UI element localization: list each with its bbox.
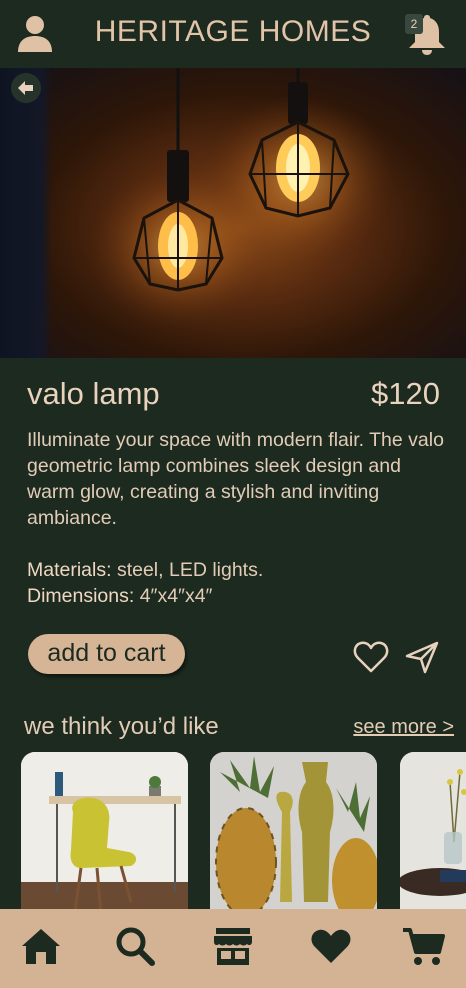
recommendation-image — [400, 752, 466, 922]
recommendation-card[interactable] — [400, 752, 466, 922]
product-description: Illuminate your space with modern flair.… — [27, 429, 444, 529]
app-title: HERITAGE HOMES — [94, 15, 372, 48]
recommendation-image — [210, 752, 377, 922]
back-button[interactable] — [11, 73, 41, 103]
send-icon[interactable] — [403, 638, 441, 676]
materials-row: Materials: steel, LED lights. — [27, 557, 263, 583]
recommendations-title: we think you’d like — [24, 713, 219, 740]
materials-label: Materials: — [27, 559, 112, 581]
recommendation-card[interactable] — [21, 752, 188, 922]
product-price: $120 — [371, 376, 440, 411]
product-image — [0, 68, 466, 358]
add-to-cart-button[interactable]: add to cart — [28, 634, 185, 674]
dimensions-row: Dimensions: 4″x4″x4″ — [27, 583, 263, 609]
dimensions-label: Dimensions: — [27, 585, 135, 607]
heart-outline-icon[interactable] — [352, 638, 390, 676]
home-icon[interactable] — [19, 924, 63, 968]
see-more-link[interactable]: see more > — [353, 716, 454, 739]
recommendation-image — [21, 752, 188, 922]
recommendation-card[interactable] — [210, 752, 377, 922]
cart-icon[interactable] — [401, 924, 445, 968]
search-icon[interactable] — [113, 924, 157, 968]
heart-icon[interactable] — [309, 924, 353, 968]
store-icon[interactable] — [211, 924, 255, 968]
dimensions-value: 4″x4″x4″ — [134, 585, 213, 607]
product-specs: Materials: steel, LED lights. Dimensions… — [27, 557, 263, 609]
app-header: HERITAGE HOMES 2 — [0, 0, 466, 69]
product-name: valo lamp — [27, 376, 160, 411]
materials-value: steel, LED lights. — [111, 559, 264, 581]
notification-badge: 2 — [405, 14, 423, 34]
